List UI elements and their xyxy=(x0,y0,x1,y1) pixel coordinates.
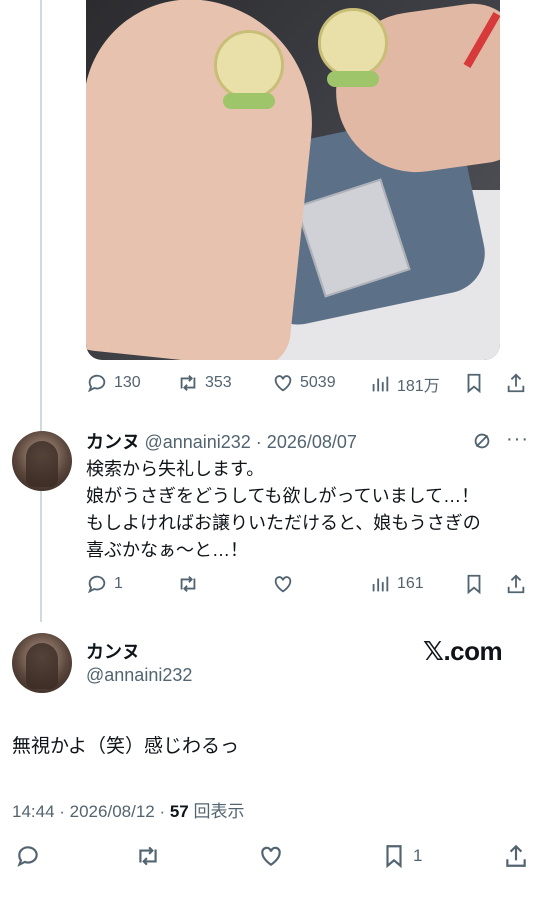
tweet-media-photo[interactable] xyxy=(86,0,500,360)
bookmark-button[interactable]: 1 xyxy=(381,843,422,869)
share-icon xyxy=(507,574,525,594)
like-button[interactable] xyxy=(258,843,284,869)
more-icon: ··· xyxy=(506,428,529,450)
like-button[interactable] xyxy=(272,573,294,595)
retweet-icon xyxy=(139,846,157,866)
heart-icon xyxy=(261,846,281,866)
share-button[interactable] xyxy=(503,843,529,869)
retweet-button[interactable] xyxy=(177,573,199,595)
reply-button[interactable]: 130 xyxy=(86,372,141,394)
handle[interactable]: @annaini232 xyxy=(86,665,192,686)
tweet-text: 無視かよ（笑）感じわるっ xyxy=(12,736,240,757)
reply-text-line: 娘がうさぎをどうしても欲しがっていまして…！ xyxy=(86,486,480,506)
retweet-count: 353 xyxy=(205,374,232,391)
views-count: 161 xyxy=(397,575,424,592)
views-icon xyxy=(372,376,389,392)
views-button[interactable]: 181万 xyxy=(369,372,440,396)
share-icon xyxy=(506,844,526,867)
thread-line xyxy=(40,0,42,622)
bookmark-count: 1 xyxy=(413,846,423,865)
bookmark-icon xyxy=(467,373,481,394)
photo-charm xyxy=(214,30,284,109)
reply-header: カンヌ @annaini232 · 2026/08/07 xyxy=(86,428,357,454)
views-button[interactable]: 161 xyxy=(369,573,424,595)
retweet-button[interactable] xyxy=(135,843,161,869)
reply-icon xyxy=(17,846,38,867)
reply-text-line: 検索から失礼します。 xyxy=(86,459,265,479)
share-button[interactable] xyxy=(505,573,527,595)
views-icon xyxy=(372,576,389,592)
x-com-logo: 𝕏.com xyxy=(423,636,503,666)
retweet-button[interactable]: 353 xyxy=(177,372,232,394)
reply-text: 検索から失礼します。 娘がうさぎをどうしても欲しがっていまして…！ もしよければ… xyxy=(86,456,526,564)
heart-icon xyxy=(274,375,292,392)
bookmark-icon xyxy=(386,845,402,869)
like-button[interactable]: 5039 xyxy=(272,372,336,394)
reply-text-line: もしよければお譲りいただけると、娘もうさぎの xyxy=(86,513,481,533)
views-count: 57 xyxy=(169,802,189,821)
views-label: 回表示 xyxy=(188,802,245,821)
like-count: 5039 xyxy=(300,374,336,391)
handle-date[interactable]: @annaini232 · 2026/08/07 xyxy=(144,432,356,452)
photo-hand-left xyxy=(86,0,325,360)
reply-icon xyxy=(87,575,106,594)
bookmark-button[interactable] xyxy=(463,573,485,595)
share-icon xyxy=(507,373,525,393)
reply-text-line: 喜ぶかなぁ～と…！ xyxy=(86,540,248,560)
bookmark-icon xyxy=(467,574,481,595)
heart-icon xyxy=(274,576,292,593)
retweet-icon xyxy=(180,375,196,391)
grok-icon xyxy=(474,433,490,449)
photo-charm xyxy=(318,8,388,87)
tweet-meta: 14:44 · 2026/08/12 · 57 回表示 xyxy=(12,797,245,822)
display-name[interactable]: カンヌ xyxy=(86,432,140,452)
grok-button[interactable] xyxy=(471,430,493,452)
bookmark-button[interactable] xyxy=(463,372,485,394)
avatar[interactable] xyxy=(12,431,72,491)
more-button[interactable]: ··· xyxy=(506,428,529,451)
display-name[interactable]: カンヌ xyxy=(86,638,140,664)
timestamp[interactable]: 14:44 · 2026/08/12 · xyxy=(12,802,170,821)
share-button[interactable] xyxy=(505,372,527,394)
reply-count: 130 xyxy=(114,374,141,391)
avatar[interactable] xyxy=(12,633,72,693)
reply-icon xyxy=(87,374,106,393)
reply-button[interactable] xyxy=(15,843,41,869)
views-count: 181万 xyxy=(397,378,440,395)
reply-button[interactable]: 1 xyxy=(86,573,123,595)
retweet-icon xyxy=(180,576,196,592)
reply-count: 1 xyxy=(114,575,123,592)
